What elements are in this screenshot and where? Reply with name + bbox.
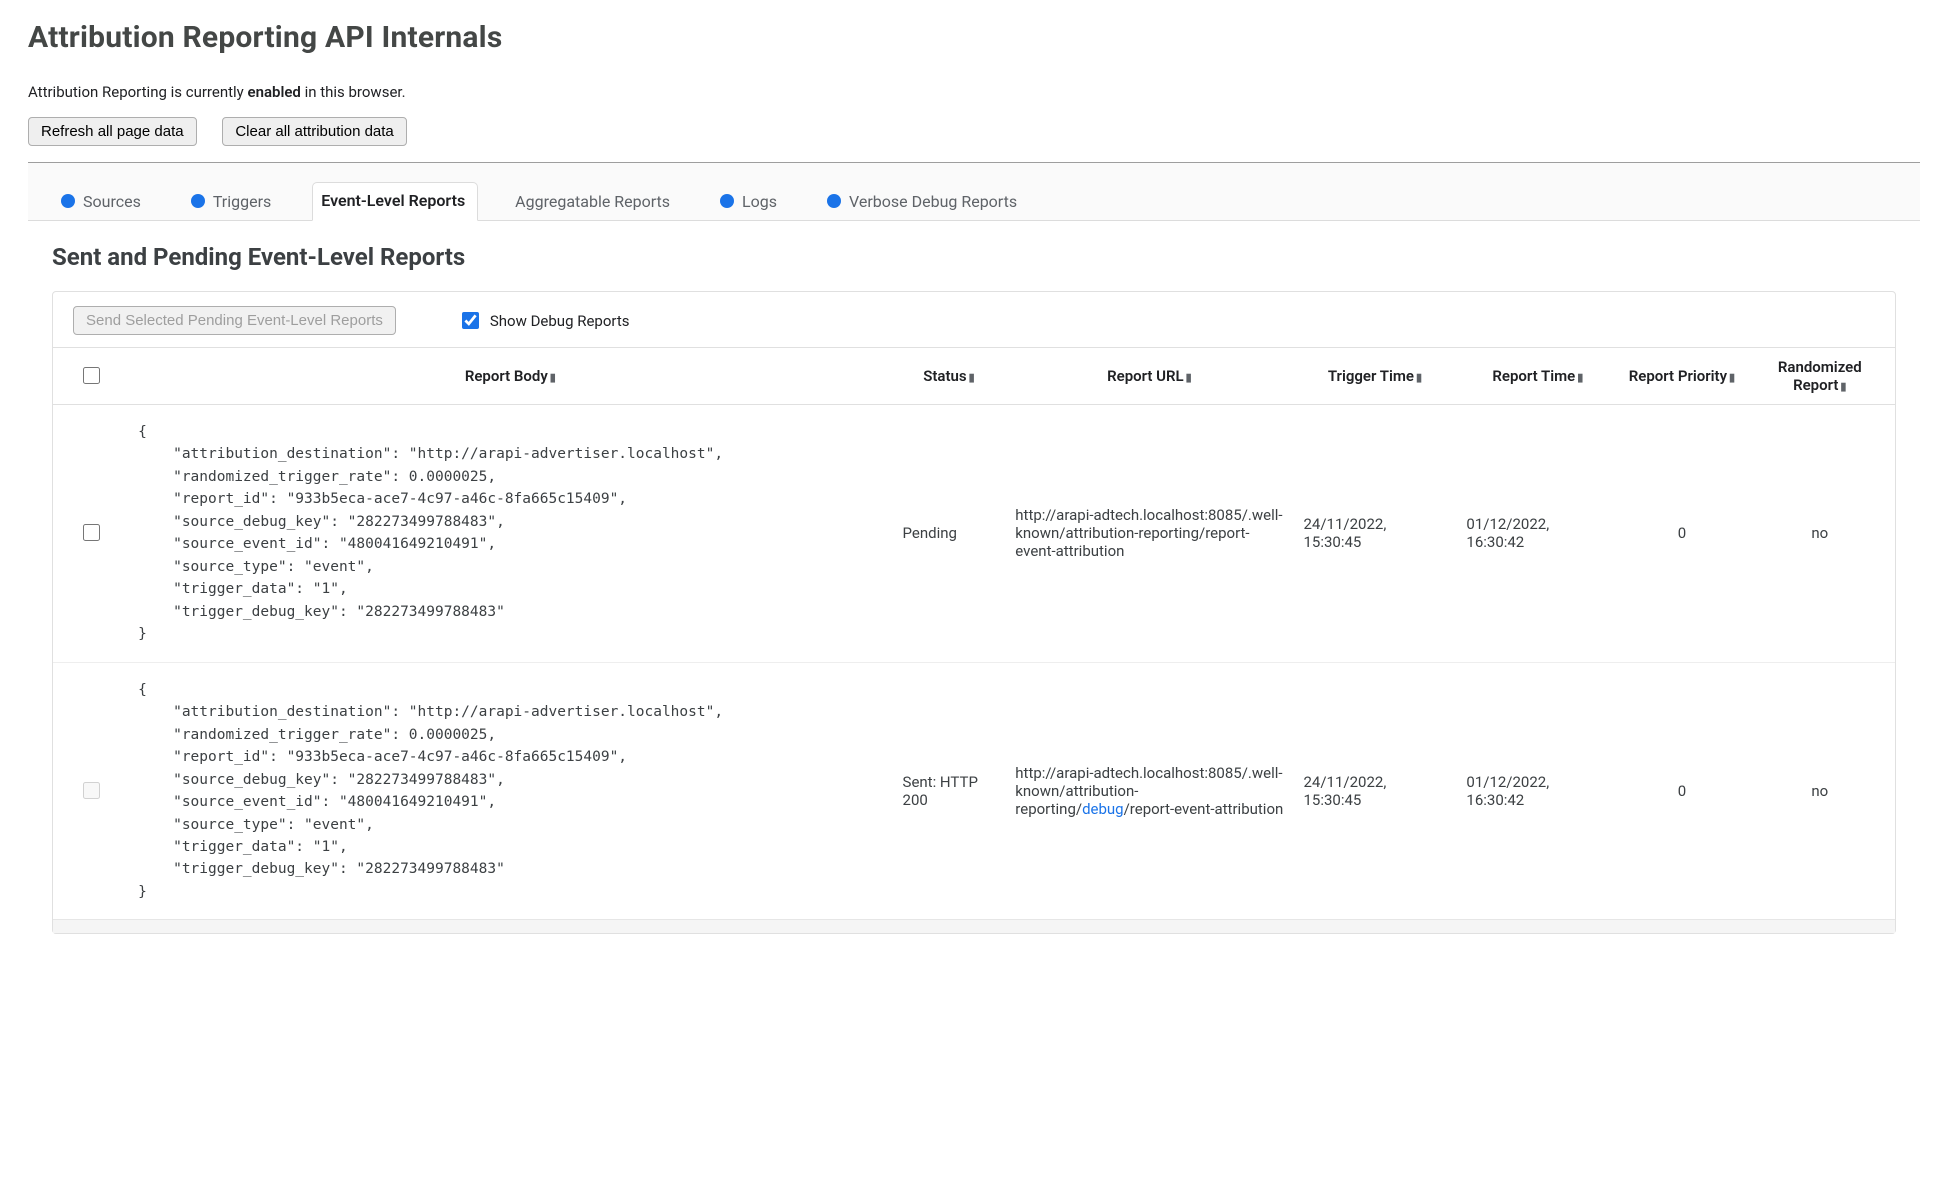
randomized-cell: no bbox=[1745, 405, 1895, 663]
refresh-button[interactable]: Refresh all page data bbox=[28, 117, 197, 146]
sort-icon: ▮ bbox=[550, 371, 556, 384]
priority-cell: 0 bbox=[1619, 662, 1744, 919]
reports-card: Send Selected Pending Event-Level Report… bbox=[52, 291, 1896, 934]
url-pre: http://arapi-adtech.localhost:8085/.well… bbox=[1015, 506, 1282, 560]
tab-strip: Sources Triggers Event-Level Reports Aggreg… bbox=[28, 163, 1920, 221]
card-toolbar: Send Selected Pending Event-Level Report… bbox=[53, 292, 1895, 347]
row-select-cell bbox=[53, 405, 128, 663]
show-debug-checkbox[interactable] bbox=[462, 312, 479, 329]
row-select-checkbox bbox=[83, 782, 100, 799]
show-debug-text: Show Debug Reports bbox=[490, 312, 630, 330]
header-buttons: Refresh all page data Clear all attribut… bbox=[28, 117, 1920, 146]
url-post: /report-event-attribution bbox=[1124, 800, 1284, 818]
sort-icon: ▮ bbox=[1186, 371, 1192, 384]
col-body-header[interactable]: Report Body▮ bbox=[128, 348, 892, 405]
table-header-row: Report Body▮ Status▮ Report URL▮ Trigger… bbox=[53, 348, 1895, 405]
tab-label: Aggregatable Reports bbox=[515, 192, 670, 211]
report-body-cell: { "attribution_destination": "http://ara… bbox=[128, 405, 892, 663]
status-prefix: Attribution Reporting is currently bbox=[28, 83, 248, 101]
table-row: { "attribution_destination": "http://ara… bbox=[53, 405, 1895, 663]
trigger-time-cell: 24/11/2022, 15:30:45 bbox=[1294, 405, 1457, 663]
sort-icon: ▮ bbox=[1729, 371, 1735, 384]
url-debug-segment: debug bbox=[1082, 800, 1124, 818]
row-select-checkbox[interactable] bbox=[83, 524, 100, 541]
tab-event-level-reports[interactable]: Event-Level Reports bbox=[312, 182, 478, 221]
section-heading: Sent and Pending Event-Level Reports bbox=[52, 243, 1896, 271]
row-select-cell bbox=[53, 662, 128, 919]
panel: Sources Triggers Event-Level Reports Aggreg… bbox=[28, 163, 1920, 964]
status-suffix: in this browser. bbox=[301, 83, 406, 101]
sort-icon: ▮ bbox=[1840, 380, 1846, 393]
status-cell: Pending bbox=[893, 405, 1006, 663]
col-url-header[interactable]: Report URL▮ bbox=[1005, 348, 1293, 405]
status-word: enabled bbox=[248, 83, 301, 101]
reports-table: Report Body▮ Status▮ Report URL▮ Trigger… bbox=[53, 347, 1895, 919]
trigger-time-cell: 24/11/2022, 15:30:45 bbox=[1294, 662, 1457, 919]
tab-aggregatable-reports[interactable]: Aggregatable Reports bbox=[506, 183, 683, 221]
show-debug-label[interactable]: Show Debug Reports bbox=[458, 309, 630, 332]
col-report-time-header[interactable]: Report Time▮ bbox=[1456, 348, 1619, 405]
card-footer-spacer bbox=[53, 919, 1895, 933]
report-url-cell: http://arapi-adtech.localhost:8085/.well… bbox=[1005, 405, 1293, 663]
tab-label: Triggers bbox=[213, 192, 271, 211]
tab-logs[interactable]: Logs bbox=[711, 183, 790, 221]
sort-icon: ▮ bbox=[969, 371, 975, 384]
col-randomized-header[interactable]: Randomized Report▮ bbox=[1745, 348, 1895, 405]
select-all-header bbox=[53, 348, 128, 405]
report-time-cell: 01/12/2022, 16:30:42 bbox=[1456, 662, 1619, 919]
indicator-dot-icon bbox=[720, 194, 734, 208]
tab-sources[interactable]: Sources bbox=[52, 183, 154, 221]
report-body-json: { "attribution_destination": "http://ara… bbox=[138, 679, 882, 904]
clear-button[interactable]: Clear all attribution data bbox=[222, 117, 406, 146]
tab-label: Event-Level Reports bbox=[321, 191, 465, 210]
status-text: Attribution Reporting is currently enabl… bbox=[28, 83, 1920, 101]
sort-icon: ▮ bbox=[1577, 371, 1583, 384]
status-cell: Sent: HTTP 200 bbox=[893, 662, 1006, 919]
report-body-json: { "attribution_destination": "http://ara… bbox=[138, 421, 882, 646]
report-time-cell: 01/12/2022, 16:30:42 bbox=[1456, 405, 1619, 663]
report-url-cell: http://arapi-adtech.localhost:8085/.well… bbox=[1005, 662, 1293, 919]
tab-label: Logs bbox=[742, 192, 777, 211]
tab-label: Verbose Debug Reports bbox=[849, 192, 1017, 211]
col-priority-header[interactable]: Report Priority▮ bbox=[1619, 348, 1744, 405]
indicator-dot-icon bbox=[191, 194, 205, 208]
col-trigger-time-header[interactable]: Trigger Time▮ bbox=[1294, 348, 1457, 405]
table-row: { "attribution_destination": "http://ara… bbox=[53, 662, 1895, 919]
tab-verbose-debug-reports[interactable]: Verbose Debug Reports bbox=[818, 183, 1030, 221]
tab-triggers[interactable]: Triggers bbox=[182, 183, 284, 221]
page-title: Attribution Reporting API Internals bbox=[28, 20, 1920, 55]
report-body-cell: { "attribution_destination": "http://ara… bbox=[128, 662, 892, 919]
priority-cell: 0 bbox=[1619, 405, 1744, 663]
send-selected-button[interactable]: Send Selected Pending Event-Level Report… bbox=[73, 306, 396, 335]
randomized-cell: no bbox=[1745, 662, 1895, 919]
indicator-dot-icon bbox=[827, 194, 841, 208]
select-all-checkbox[interactable] bbox=[83, 367, 100, 384]
indicator-dot-icon bbox=[61, 194, 75, 208]
col-status-header[interactable]: Status▮ bbox=[893, 348, 1006, 405]
sort-icon: ▮ bbox=[1416, 371, 1422, 384]
panel-body: Sent and Pending Event-Level Reports Sen… bbox=[28, 221, 1920, 964]
tab-label: Sources bbox=[83, 192, 141, 211]
